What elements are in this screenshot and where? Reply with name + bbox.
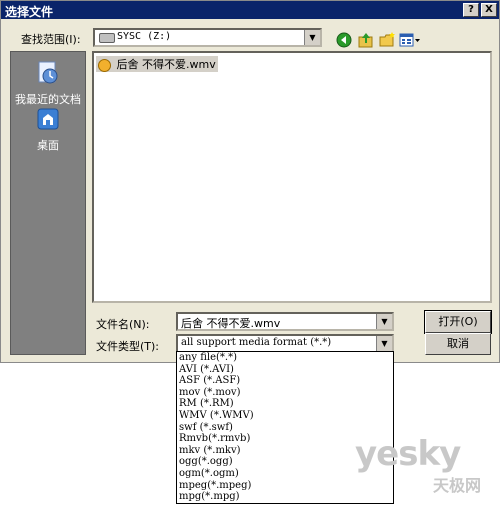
place-recent-documents[interactable]: 我最近的文档: [11, 60, 85, 107]
file-name-value: 后舍 不得不爱.wmv: [181, 317, 281, 330]
file-type-option[interactable]: AVI (*.AVI): [177, 364, 393, 376]
cancel-button[interactable]: 取消: [425, 333, 491, 355]
file-type-option[interactable]: RM (*.RM): [177, 398, 393, 410]
file-type-option[interactable]: all support media format (*.*): [177, 502, 393, 503]
file-type-option[interactable]: ASF (*.ASF): [177, 375, 393, 387]
back-icon[interactable]: [335, 31, 353, 49]
file-type-label: 文件类型(T):: [96, 340, 160, 353]
look-in-label: 查找范围(I):: [21, 33, 81, 46]
file-type-option[interactable]: mov (*.mov): [177, 387, 393, 399]
close-button[interactable]: X: [481, 3, 497, 17]
file-list[interactable]: 后舍 不得不爱.wmv: [92, 51, 492, 303]
place-desktop[interactable]: 桌面: [11, 106, 85, 153]
network-drive-icon: [99, 33, 115, 43]
media-file-icon: [98, 58, 111, 72]
view-menu-icon[interactable]: [399, 31, 421, 49]
recent-documents-icon: [38, 61, 58, 84]
open-button[interactable]: 打开(O): [424, 310, 492, 334]
list-item[interactable]: 后舍 不得不爱.wmv: [96, 56, 218, 72]
chevron-down-icon[interactable]: ▼: [376, 336, 392, 351]
up-folder-icon[interactable]: [357, 31, 375, 49]
title-bar[interactable]: 选择文件 ? X: [1, 1, 499, 19]
desktop-icon: [37, 108, 59, 130]
look-in-combo[interactable]: SYSC (Z:) ▼: [93, 28, 322, 47]
look-in-value: SYSC (Z:): [117, 31, 172, 42]
places-bar: 我最近的文档 桌面: [10, 51, 86, 355]
help-button[interactable]: ?: [463, 3, 479, 17]
watermark-subtext: 天极网: [432, 476, 481, 495]
file-name-label: 文件名(N):: [96, 318, 150, 331]
watermark-logo: yesky 天极网: [355, 434, 485, 495]
file-type-option[interactable]: WMV (*.WMV): [177, 410, 393, 422]
window-title: 选择文件: [5, 5, 54, 19]
file-type-option[interactable]: swf (*.swf): [177, 422, 393, 434]
file-name-combo[interactable]: 后舍 不得不爱.wmv ▼: [176, 312, 394, 331]
chevron-down-icon[interactable]: ▼: [376, 314, 392, 329]
chevron-down-icon[interactable]: ▼: [304, 30, 320, 45]
open-file-dialog: 选择文件 ? X 查找范围(I): SYSC (Z:) ▼ 我最近的文档 桌面 …: [0, 0, 500, 363]
file-name: 后舍 不得不爱.wmv: [116, 58, 216, 71]
watermark-text: yesky: [355, 434, 461, 474]
new-folder-icon[interactable]: [378, 31, 396, 49]
place-label: 桌面: [37, 139, 59, 152]
file-type-option[interactable]: any file(*.*): [177, 352, 393, 364]
file-type-value: all support media format (*.*): [181, 337, 332, 348]
place-label: 我最近的文档: [15, 93, 81, 106]
